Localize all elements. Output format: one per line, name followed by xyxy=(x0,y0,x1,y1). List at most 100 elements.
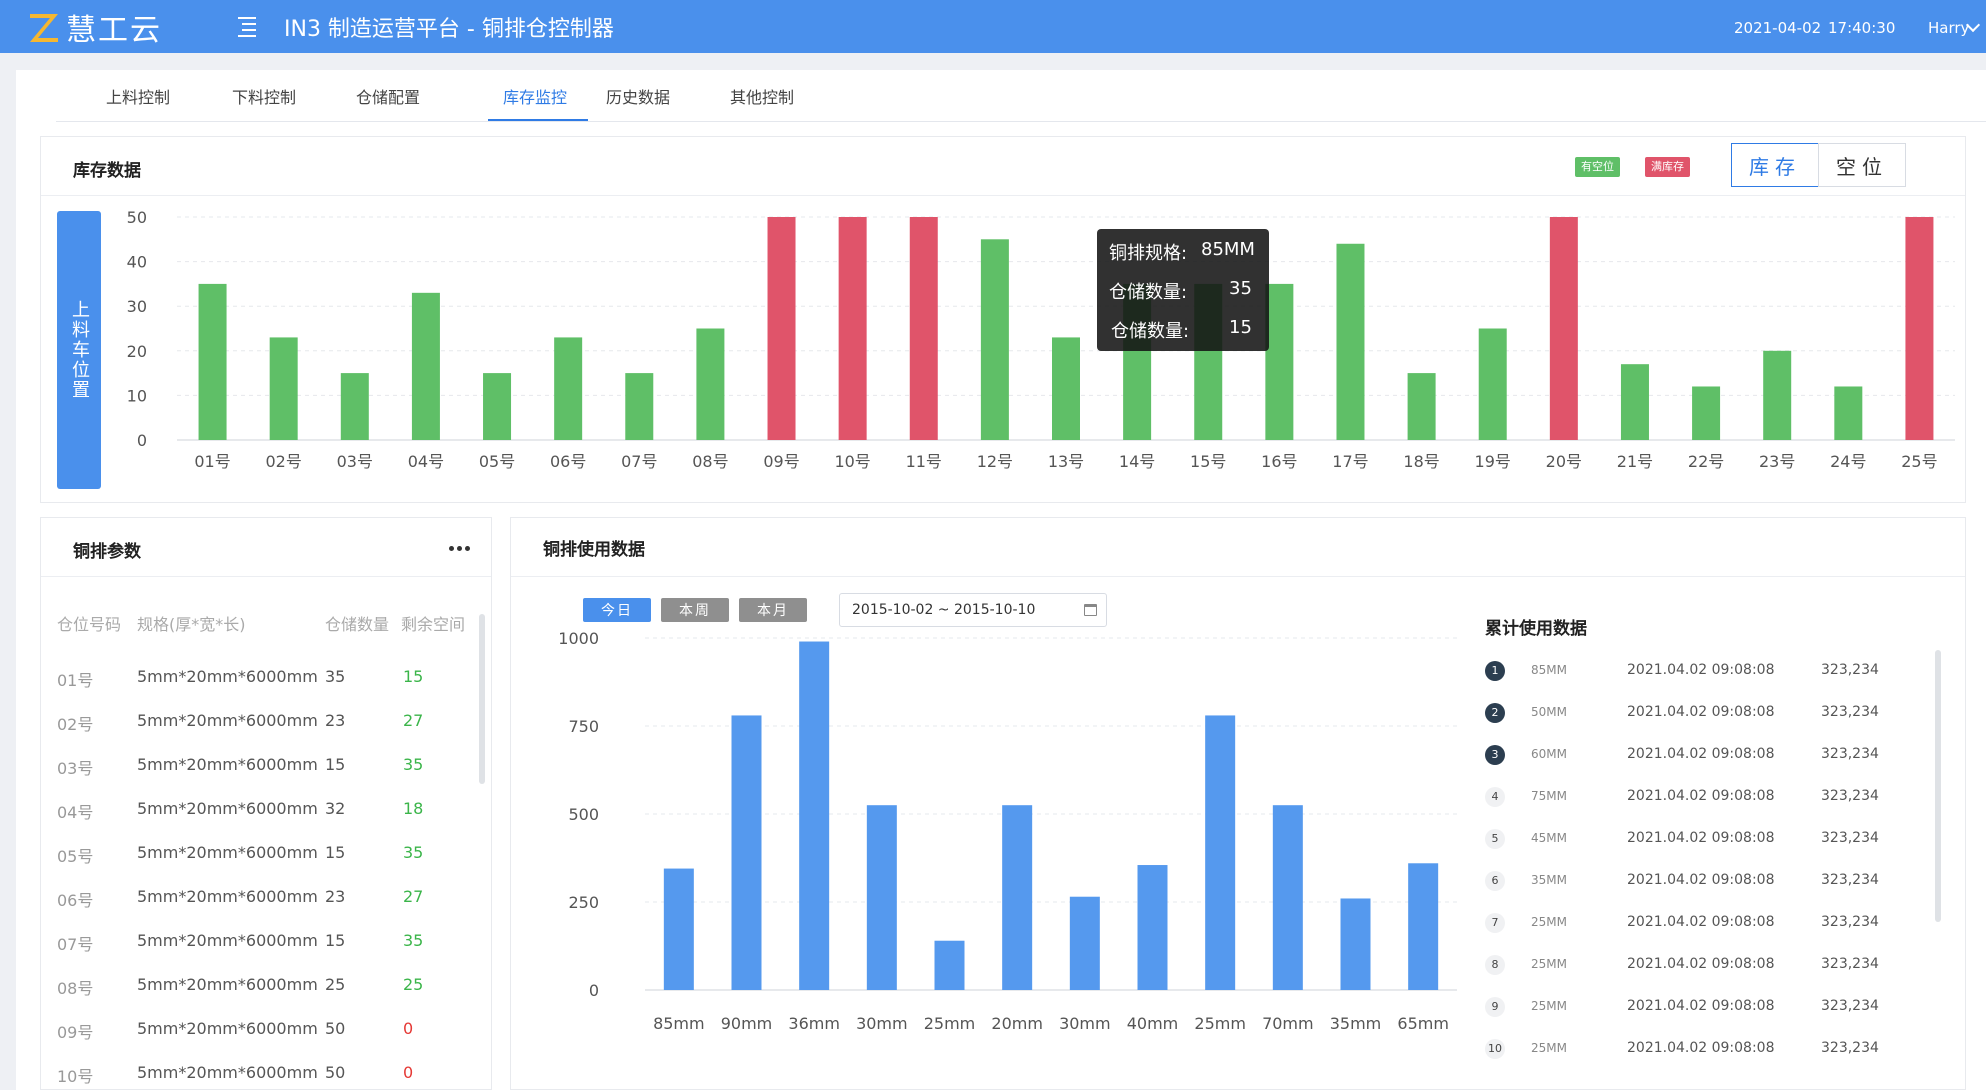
week-button[interactable]: 本周 xyxy=(661,598,729,622)
inventory-bar[interactable] xyxy=(1692,386,1721,440)
inventory-bar[interactable] xyxy=(411,292,440,440)
usage-bar[interactable] xyxy=(1408,863,1439,990)
inventory-bar[interactable] xyxy=(1905,217,1934,440)
inventory-bar[interactable] xyxy=(696,328,725,441)
inventory-bar[interactable] xyxy=(909,217,938,440)
inventory-bar[interactable] xyxy=(625,373,654,440)
list-item[interactable]: 5 45MM 2021.04.02 09:08:08 323,234 xyxy=(1485,823,1905,853)
cell-qty: 15 xyxy=(325,755,346,774)
x-tick-label: 11号 xyxy=(906,452,942,471)
ranking-scrollbar[interactable] xyxy=(1935,650,1941,922)
list-item[interactable]: 3 60MM 2021.04.02 09:08:08 323,234 xyxy=(1485,739,1905,769)
inventory-bar[interactable] xyxy=(1407,373,1436,440)
x-tick-label: 10号 xyxy=(834,452,870,471)
usage-bar[interactable] xyxy=(866,805,897,990)
inventory-bar[interactable] xyxy=(1336,243,1365,440)
toggle-empty-button[interactable]: 空位 xyxy=(1818,143,1906,187)
cell-spec: 5mm*20mm*6000mm xyxy=(137,843,318,862)
tab-discharge[interactable]: 下料控制 xyxy=(232,84,296,108)
cell-slot: 10号 xyxy=(57,1067,94,1086)
inventory-bar[interactable] xyxy=(198,283,227,440)
table-row[interactable]: 07号 5mm*20mm*6000mm 15 35 xyxy=(41,919,471,963)
cell-slot: 07号 xyxy=(57,935,94,954)
x-tick-label: 70mm xyxy=(1262,1014,1314,1033)
inventory-bar[interactable] xyxy=(838,217,867,440)
rank-value: 323,234 xyxy=(1821,788,1879,804)
inventory-bar[interactable] xyxy=(1834,386,1863,440)
table-row[interactable]: 05号 5mm*20mm*6000mm 15 35 xyxy=(41,831,471,875)
usage-bar[interactable] xyxy=(731,715,762,990)
inventory-bar[interactable] xyxy=(1052,337,1080,440)
tab-storage-config[interactable]: 仓储配置 xyxy=(356,84,420,108)
usage-bar[interactable] xyxy=(1137,865,1168,990)
usage-bar[interactable] xyxy=(1272,805,1303,990)
toggle-stock-button[interactable]: 库存 xyxy=(1731,143,1819,187)
more-icon[interactable] xyxy=(449,546,471,552)
inventory-bar[interactable] xyxy=(767,217,796,440)
usage-bar[interactable] xyxy=(1069,896,1100,990)
table-row[interactable]: 02号 5mm*20mm*6000mm 23 27 xyxy=(41,699,471,743)
date-range-picker[interactable]: 2015-10-02 ~ 2015-10-10 xyxy=(839,593,1107,627)
usage-bar[interactable] xyxy=(1002,805,1033,990)
inventory-bar[interactable] xyxy=(1478,328,1507,441)
inventory-bar[interactable] xyxy=(483,373,512,440)
inventory-bar[interactable] xyxy=(554,337,583,440)
rank-badge: 10 xyxy=(1485,1039,1505,1059)
list-item[interactable]: 10 25MM 2021.04.02 09:08:08 323,234 xyxy=(1485,1033,1905,1063)
y-tick-label: 0 xyxy=(589,981,599,1000)
usage-bar[interactable] xyxy=(1340,898,1371,990)
list-item[interactable]: 7 25MM 2021.04.02 09:08:08 323,234 xyxy=(1485,907,1905,937)
menu-toggle-icon[interactable] xyxy=(234,14,260,38)
list-item[interactable]: 1 85MM 2021.04.02 09:08:08 323,234 xyxy=(1485,655,1905,685)
inventory-title: 库存数据 xyxy=(73,161,141,181)
table-row[interactable]: 04号 5mm*20mm*6000mm 32 18 xyxy=(41,787,471,831)
rank-value: 323,234 xyxy=(1821,830,1879,846)
list-item[interactable]: 8 25MM 2021.04.02 09:08:08 323,234 xyxy=(1485,949,1905,979)
inventory-bar[interactable] xyxy=(1265,283,1294,440)
month-button[interactable]: 本月 xyxy=(739,598,807,622)
tab-inventory-monitor[interactable]: 库存监控 xyxy=(503,84,567,108)
usage-bar[interactable] xyxy=(799,641,830,990)
table-row[interactable]: 01号 5mm*20mm*6000mm 35 15 xyxy=(41,655,471,699)
inventory-bar[interactable] xyxy=(1620,364,1649,440)
cell-slot: 05号 xyxy=(57,847,94,866)
usage-bar[interactable] xyxy=(934,940,965,990)
tab-history[interactable]: 历史数据 xyxy=(606,84,670,108)
inventory-bar[interactable] xyxy=(1763,350,1792,440)
tooltip-qty-label: 仓储数量: xyxy=(1109,282,1188,303)
tab-other-control[interactable]: 其他控制 xyxy=(730,84,794,108)
rank-time: 2021.04.02 09:08:08 xyxy=(1627,746,1775,762)
x-tick-label: 09号 xyxy=(763,452,799,471)
cell-free: 15 xyxy=(403,667,424,686)
table-row[interactable]: 10号 5mm*20mm*6000mm 50 0 xyxy=(41,1051,471,1089)
inventory-bar[interactable] xyxy=(269,337,298,440)
tab-feeding[interactable]: 上料控制 xyxy=(106,84,170,108)
list-item[interactable]: 4 75MM 2021.04.02 09:08:08 323,234 xyxy=(1485,781,1905,811)
cell-spec: 5mm*20mm*6000mm xyxy=(137,1019,318,1038)
table-row[interactable]: 08号 5mm*20mm*6000mm 25 25 xyxy=(41,963,471,1007)
rank-spec: 25MM xyxy=(1531,999,1567,1013)
inventory-bar[interactable] xyxy=(980,239,1009,440)
today-button[interactable]: 今日 xyxy=(583,598,651,622)
user-name[interactable]: Harry xyxy=(1928,19,1969,37)
list-item[interactable]: 6 35MM 2021.04.02 09:08:08 323,234 xyxy=(1485,865,1905,895)
usage-title: 铜排使用数据 xyxy=(543,540,645,560)
table-row[interactable]: 03号 5mm*20mm*6000mm 15 35 xyxy=(41,743,471,787)
y-tick-label: 1000 xyxy=(558,629,599,648)
rank-badge: 1 xyxy=(1485,661,1505,681)
rank-time: 2021.04.02 09:08:08 xyxy=(1627,956,1775,972)
params-scrollbar[interactable] xyxy=(479,614,485,784)
table-row[interactable]: 09号 5mm*20mm*6000mm 50 0 xyxy=(41,1007,471,1051)
tooltip-qty-label-2: 仓储数量: xyxy=(1111,321,1190,342)
tooltip-qty-value-2: 15 xyxy=(1229,317,1252,338)
rank-spec: 25MM xyxy=(1531,957,1567,971)
inventory-bar[interactable] xyxy=(1549,217,1578,440)
inventory-bar[interactable] xyxy=(340,373,369,440)
y-tick-label: 40 xyxy=(127,253,147,272)
cell-spec: 5mm*20mm*6000mm xyxy=(137,667,318,686)
table-row[interactable]: 06号 5mm*20mm*6000mm 23 27 xyxy=(41,875,471,919)
usage-bar[interactable] xyxy=(1205,715,1236,990)
list-item[interactable]: 2 50MM 2021.04.02 09:08:08 323,234 xyxy=(1485,697,1905,727)
usage-bar[interactable] xyxy=(663,868,694,990)
list-item[interactable]: 9 25MM 2021.04.02 09:08:08 323,234 xyxy=(1485,991,1905,1021)
